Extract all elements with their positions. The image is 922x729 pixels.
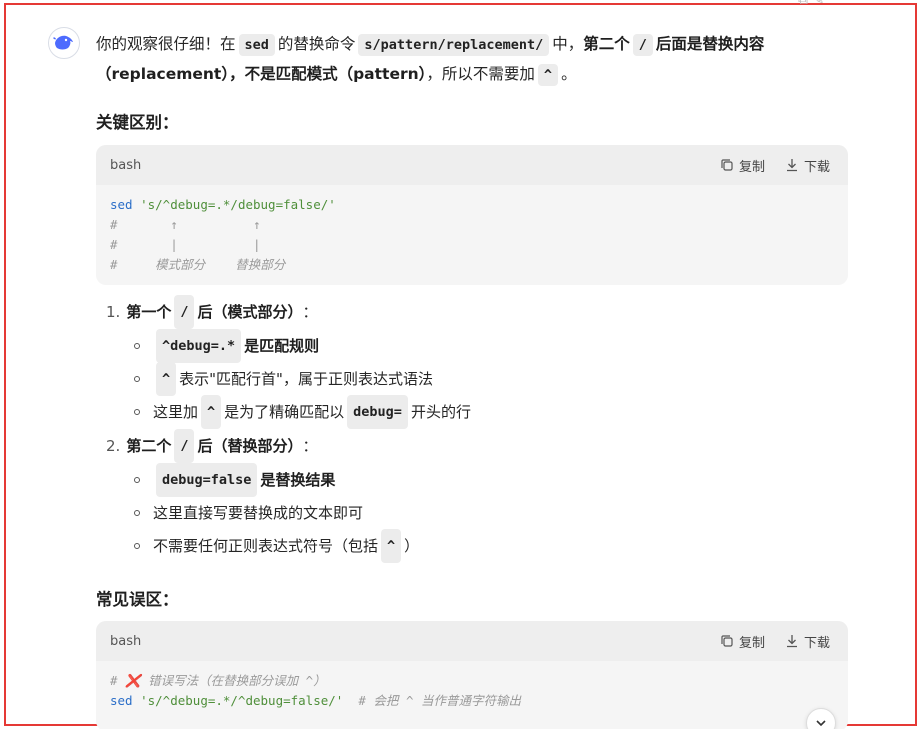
message-actions-icons[interactable]: ⧉ ✎ [798,0,824,8]
bullet-icon [134,409,140,415]
list-item: 2. 第二个 / 后（替换部分）： [106,429,318,463]
bold-text: 第一个 [126,303,172,321]
text: ： [302,437,318,455]
section-heading: 常见误区： [96,590,179,609]
code-keyword: sed [110,693,133,708]
copy-label: 复制 [738,635,765,651]
list-number: 2. [106,437,121,455]
text: 开头的行 [410,403,471,421]
bold-text: 第二个 [126,437,172,455]
code-block: bash 复制 下载 # ❌ 错误写法（在替换部分误加 ^） sed 's/^d… [96,621,848,729]
assistant-message: 你的观察很仔细！在 sed 的替换命令 s/pattern/replacement/中… [96,30,848,729]
bold-text: 是匹配规则 [244,337,320,355]
code-comment: # ↑ ↑ [110,217,261,232]
inline-code: ^ [201,395,222,429]
list-subitem: ^ 表示"匹配行首"，属于正则表达式语法 [134,362,433,396]
text: 不需要任何正则表达式符号（包括 [153,537,379,555]
download-label: 下载 [803,635,830,651]
list-subitem: ^debug=.* 是匹配规则 [134,329,320,363]
list-subitem: 这里直接写要替换成的文本即可 [134,499,363,527]
whale-logo-icon [53,35,73,50]
text: ，所以不需要加 [426,65,535,83]
bullet-icon [134,543,140,549]
code-comment: # ❌ 错误写法（在替换部分误加 ^） [110,673,326,688]
inline-code: / [174,295,195,329]
bold-text: 是替换结果 [260,471,336,489]
bold-text: 后面是替换内容 [655,35,765,53]
download-button[interactable]: 下载 [785,156,830,175]
inline-code: sed [238,34,275,56]
copy-button[interactable]: 复制 [720,632,765,651]
download-label: 下载 [803,159,830,175]
copy-icon [721,635,733,647]
bold-text: 后（模式部分） [197,303,303,321]
code-header: bash 复制 下载 [96,621,848,661]
text: 这里直接写要替换成的文本即可 [153,504,364,522]
code-block: bash 复制 下载 sed 's/^debug=.*/debug=false/… [96,145,848,285]
inline-code: ^ [381,529,402,563]
inline-code: debug= [347,395,408,429]
inline-code: / [632,34,653,56]
text: 。 [561,65,577,83]
code-string: 's/^debug=.*/^debug=false/' [140,693,344,708]
bold-text: 后（替换部分） [197,437,303,455]
bold-text: （replacement），不是匹配模式（pattern） [96,65,427,83]
list-subitem: debug=false 是替换结果 [134,463,336,497]
inline-code: ^ [537,64,559,86]
code-comment: # 模式部分 替换部分 [110,257,286,272]
text: 的替换命令 [277,35,356,53]
inline-code: debug=false [156,463,258,497]
inline-code: ^debug=.* [156,329,242,363]
section-heading: 关键区别： [96,113,179,132]
code-content: # ❌ 错误写法（在替换部分误加 ^） sed 's/^debug=.*/^de… [96,661,848,721]
bullet-icon [134,376,140,382]
list-subitem: 不需要任何正则表达式符号（包括 ^） [134,529,420,563]
inline-code: / [174,429,195,463]
chevron-down-icon [816,720,826,727]
bullet-icon [134,477,140,483]
code-comment: # | | [110,237,261,252]
text: 是为了精确匹配以 [224,403,345,421]
text: ） [404,537,420,555]
list-subitem: 这里加 ^ 是为了精确匹配以 debug= 开头的行 [134,395,471,429]
copy-button[interactable]: 复制 [720,156,765,175]
inline-code: s/pattern/replacement/ [358,34,550,56]
code-header: bash 复制 下载 [96,145,848,185]
code-comment: # 会把 ^ 当作普通字符输出 [358,693,522,708]
download-icon [786,635,797,648]
code-keyword: sed [110,197,133,212]
bullet-icon [134,510,140,516]
text: 你的观察很仔细！在 [96,35,236,53]
code-language: bash [110,157,142,173]
text: 表示"匹配行首"，属于正则表达式语法 [179,370,433,388]
text: ： [302,303,318,321]
copy-label: 复制 [738,159,765,175]
bullet-icon [134,343,140,349]
code-string: 's/^debug=.*/debug=false/' [140,197,336,212]
code-content: sed 's/^debug=.*/debug=false/' # ↑ ↑ # |… [96,185,848,285]
text: 这里加 [153,403,199,421]
list-number: 1. [106,303,121,321]
list-item: 1. 第一个 / 后（模式部分）： [106,295,318,329]
inline-code: ^ [156,362,177,396]
copy-icon [721,159,733,171]
download-button[interactable]: 下载 [785,632,830,651]
download-icon [786,159,797,172]
text: 中， [552,35,584,53]
bold-text: 第二个 [583,35,630,53]
assistant-avatar [48,27,80,59]
code-language: bash [110,633,142,649]
message-paragraph: 你的观察很仔细！在 sed 的替换命令 s/pattern/replacement/中… [96,30,848,90]
